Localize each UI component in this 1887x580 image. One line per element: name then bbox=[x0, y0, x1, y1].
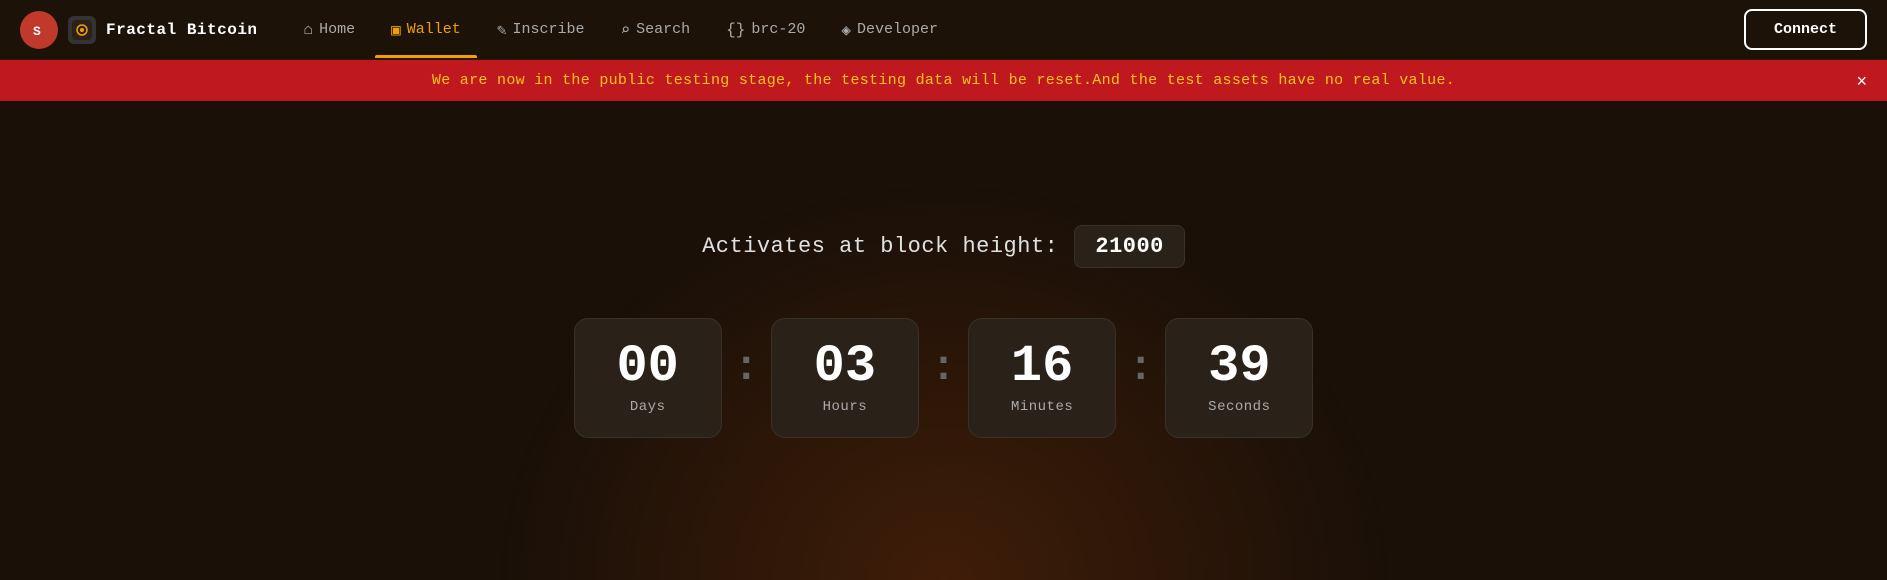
search-icon: ⌕ bbox=[620, 20, 630, 40]
nav-item-wallet-label: Wallet bbox=[407, 21, 461, 38]
separator-3: : bbox=[1116, 344, 1165, 392]
days-label: Days bbox=[630, 399, 666, 415]
countdown-hours: 03 Hours bbox=[771, 318, 919, 438]
nav-item-home-label: Home bbox=[319, 21, 355, 38]
nav-item-brc20[interactable]: {} brc-20 bbox=[710, 13, 821, 47]
connect-button[interactable]: Connect bbox=[1744, 9, 1867, 50]
brand-name: Fractal Bitcoin bbox=[106, 21, 258, 39]
minutes-label: Minutes bbox=[1011, 399, 1073, 415]
navbar: S Fractal Bitcoin ⌂ Home ▣ Wallet ✎ Insc… bbox=[0, 0, 1887, 60]
countdown-days: 00 Days bbox=[574, 318, 722, 438]
nav-item-wallet[interactable]: ▣ Wallet bbox=[375, 12, 477, 48]
countdown-seconds: 39 Seconds bbox=[1165, 318, 1313, 438]
countdown-minutes: 16 Minutes bbox=[968, 318, 1116, 438]
logo-icon: S bbox=[20, 11, 58, 49]
svg-text:S: S bbox=[33, 24, 41, 39]
seconds-label: Seconds bbox=[1208, 399, 1270, 415]
developer-icon: ◈ bbox=[841, 20, 851, 40]
nav-item-home[interactable]: ⌂ Home bbox=[288, 13, 372, 47]
seconds-value: 39 bbox=[1208, 341, 1270, 393]
activation-label: Activates at block height: 21000 bbox=[702, 225, 1185, 268]
nav-item-developer-label: Developer bbox=[857, 21, 938, 38]
nav-item-search[interactable]: ⌕ Search bbox=[604, 12, 706, 48]
banner-message: We are now in the public testing stage, … bbox=[432, 72, 1455, 89]
wallet-icon: ▣ bbox=[391, 20, 401, 40]
nav-item-inscribe-label: Inscribe bbox=[512, 21, 584, 38]
inscribe-icon: ✎ bbox=[497, 20, 507, 40]
announcement-banner: We are now in the public testing stage, … bbox=[0, 60, 1887, 101]
brc20-icon: {} bbox=[726, 21, 745, 39]
main-content: Activates at block height: 21000 00 Days… bbox=[0, 101, 1887, 561]
nav-item-inscribe[interactable]: ✎ Inscribe bbox=[481, 12, 601, 48]
nav-items: ⌂ Home ▣ Wallet ✎ Inscribe ⌕ Search {} b… bbox=[288, 12, 1744, 48]
separator-2: : bbox=[919, 344, 968, 392]
banner-close-button[interactable]: × bbox=[1856, 72, 1867, 90]
hours-value: 03 bbox=[814, 341, 876, 393]
days-value: 00 bbox=[616, 341, 678, 393]
minutes-value: 16 bbox=[1011, 341, 1073, 393]
fractal-sub-icon bbox=[68, 16, 96, 44]
nav-item-developer[interactable]: ◈ Developer bbox=[825, 12, 954, 48]
hours-label: Hours bbox=[823, 399, 868, 415]
countdown-timer: 00 Days : 03 Hours : 16 Minutes : 39 Sec… bbox=[574, 318, 1314, 438]
home-icon: ⌂ bbox=[304, 21, 314, 39]
separator-1: : bbox=[722, 344, 771, 392]
logo-area: S Fractal Bitcoin bbox=[20, 11, 258, 49]
nav-item-brc20-label: brc-20 bbox=[751, 21, 805, 38]
block-height-badge: 21000 bbox=[1074, 225, 1185, 268]
nav-item-search-label: Search bbox=[636, 21, 690, 38]
activation-text: Activates at block height: bbox=[702, 234, 1058, 259]
